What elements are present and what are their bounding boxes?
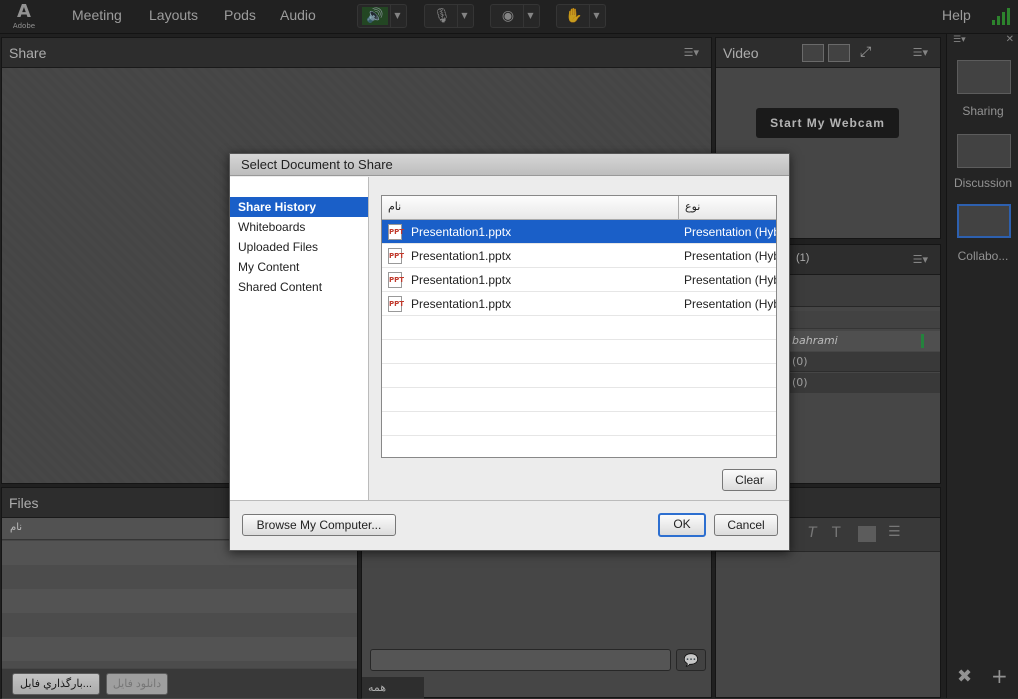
empty-row: [382, 364, 776, 388]
empty-row: [382, 388, 776, 412]
ok-button[interactable]: OK: [658, 513, 706, 537]
column-type[interactable]: نوع: [678, 196, 706, 220]
dialog-title: Select Document to Share: [230, 154, 789, 176]
nav-whiteboards[interactable]: Whiteboards: [230, 217, 368, 237]
document-name: Presentation1.pptx: [411, 273, 512, 287]
pptx-file-icon: PPT: [388, 296, 404, 312]
document-row[interactable]: PPT Presentation1.pptx Presentation (Hyb: [382, 244, 776, 268]
dialog-divider: [230, 500, 789, 501]
column-name[interactable]: نام: [388, 200, 401, 213]
empty-row: [382, 412, 776, 436]
select-document-dialog: Select Document to Share Share History W…: [229, 153, 790, 551]
document-list: نام نوع PPT Presentation1.pptx Presentat…: [381, 195, 777, 458]
empty-row: [382, 436, 776, 457]
pptx-file-icon: PPT: [388, 224, 404, 240]
nav-uploaded-files[interactable]: Uploaded Files: [230, 237, 368, 257]
document-name: Presentation1.pptx: [411, 297, 512, 311]
document-row[interactable]: PPT Presentation1.pptx Presentation (Hyb: [382, 292, 776, 316]
nav-my-content[interactable]: My Content: [230, 257, 368, 277]
document-type: Presentation (Hyb: [684, 225, 777, 239]
empty-row: [382, 316, 776, 340]
pptx-file-icon: PPT: [388, 248, 404, 264]
document-type: Presentation (Hyb: [684, 249, 777, 263]
document-row[interactable]: PPT Presentation1.pptx Presentation (Hyb: [382, 268, 776, 292]
pptx-file-icon: PPT: [388, 272, 404, 288]
nav-share-history[interactable]: Share History: [230, 197, 368, 217]
document-name: Presentation1.pptx: [411, 225, 512, 239]
dialog-nav: Share History Whiteboards Uploaded Files…: [230, 177, 369, 501]
document-list-header: نام نوع: [382, 196, 776, 220]
clear-button[interactable]: Clear: [722, 469, 777, 491]
cancel-button[interactable]: Cancel: [714, 514, 778, 536]
document-name: Presentation1.pptx: [411, 249, 512, 263]
document-type: Presentation (Hyb: [684, 273, 777, 287]
document-row[interactable]: PPT Presentation1.pptx Presentation (Hyb: [382, 220, 776, 244]
document-type: Presentation (Hyb: [684, 297, 777, 311]
browse-my-computer-button[interactable]: Browse My Computer...: [242, 514, 396, 536]
nav-shared-content[interactable]: Shared Content: [230, 277, 368, 297]
empty-row: [382, 340, 776, 364]
